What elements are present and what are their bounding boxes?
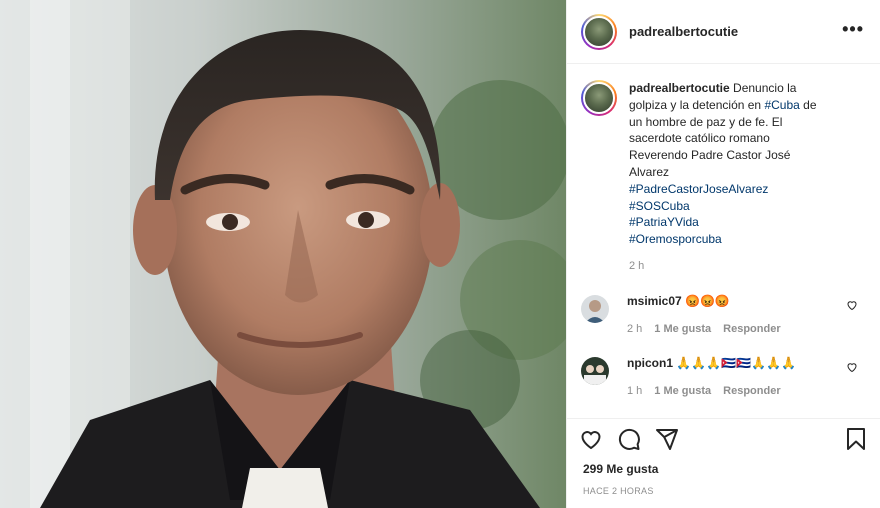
caption-avatar[interactable] — [581, 80, 617, 116]
comment-text: 😡😡😡 — [685, 293, 730, 308]
bookmark-icon[interactable] — [844, 427, 868, 451]
comment-icon[interactable] — [617, 427, 641, 451]
post-side-panel: padrealbertocutie ••• padrealbertocutie … — [566, 0, 880, 508]
comment-like-heart-icon[interactable] — [846, 299, 858, 311]
commenter-avatar[interactable] — [581, 356, 609, 385]
comment-body: npicon1 🙏🙏🙏🇨🇺🇨🇺🙏🙏🙏 1 h 1 Me gusta Respon… — [627, 355, 796, 399]
heart-icon[interactable] — [579, 427, 603, 451]
comment-item: npicon1 🙏🙏🙏🇨🇺🇨🇺🙏🙏🙏 1 h 1 Me gusta Respon… — [581, 355, 864, 399]
comment-item: msimic07 😡😡😡 2 h 1 Me gusta Responder — [581, 293, 864, 337]
comment-username[interactable]: msimic07 — [627, 294, 682, 308]
comment-likes[interactable]: 1 Me gusta — [654, 383, 711, 399]
hashtag-soscuba[interactable]: #SOSCuba — [629, 198, 829, 215]
comment-time[interactable]: 2 h — [627, 321, 642, 337]
caption: padrealbertocutie Denuncio la golpiza y … — [581, 80, 864, 275]
instagram-post: padrealbertocutie ••• padrealbertocutie … — [0, 0, 880, 508]
comment-text: 🙏🙏🙏🇨🇺🇨🇺🙏🙏🙏 — [676, 355, 796, 370]
comment-meta: 1 h 1 Me gusta Responder — [627, 383, 796, 399]
author-avatar[interactable] — [581, 13, 617, 50]
comments-section: padrealbertocutie Denuncio la golpiza y … — [567, 64, 880, 408]
caption-username[interactable]: padrealbertocutie — [629, 81, 730, 95]
share-icon[interactable] — [655, 427, 679, 451]
more-horizontal-icon[interactable]: ••• — [842, 20, 864, 40]
comment-like-heart-icon[interactable] — [846, 361, 858, 373]
post-timestamp[interactable]: HACE 2 HORAS — [567, 476, 880, 508]
caption-text: padrealbertocutie Denuncio la golpiza y … — [629, 80, 829, 275]
comment-body: msimic07 😡😡😡 2 h 1 Me gusta Responder — [627, 293, 781, 337]
comment-likes[interactable]: 1 Me gusta — [654, 321, 711, 337]
comment-username[interactable]: npicon1 — [627, 356, 673, 370]
hashtag-cuba[interactable]: #Cuba — [764, 98, 799, 112]
comment-time[interactable]: 1 h — [627, 383, 642, 399]
post-header: padrealbertocutie ••• — [567, 0, 880, 64]
portrait-photo — [0, 0, 566, 508]
action-bar — [567, 418, 880, 458]
post-image[interactable] — [0, 0, 566, 508]
hashtag-patriayvida[interactable]: #PatriaYVida — [629, 214, 829, 231]
commenter-avatar[interactable] — [581, 294, 609, 323]
comment-meta: 2 h 1 Me gusta Responder — [627, 321, 781, 337]
author-username[interactable]: padrealbertocutie — [629, 24, 738, 39]
reply-button[interactable]: Responder — [723, 383, 780, 399]
caption-time[interactable]: 2 h — [629, 258, 829, 275]
hashtag-padre[interactable]: #PadreCastorJoseAlvarez — [629, 181, 829, 198]
reply-button[interactable]: Responder — [723, 321, 780, 337]
likes-count[interactable]: 299 Me gusta — [567, 458, 880, 476]
hashtag-oremos[interactable]: #Oremosporcuba — [629, 231, 829, 248]
